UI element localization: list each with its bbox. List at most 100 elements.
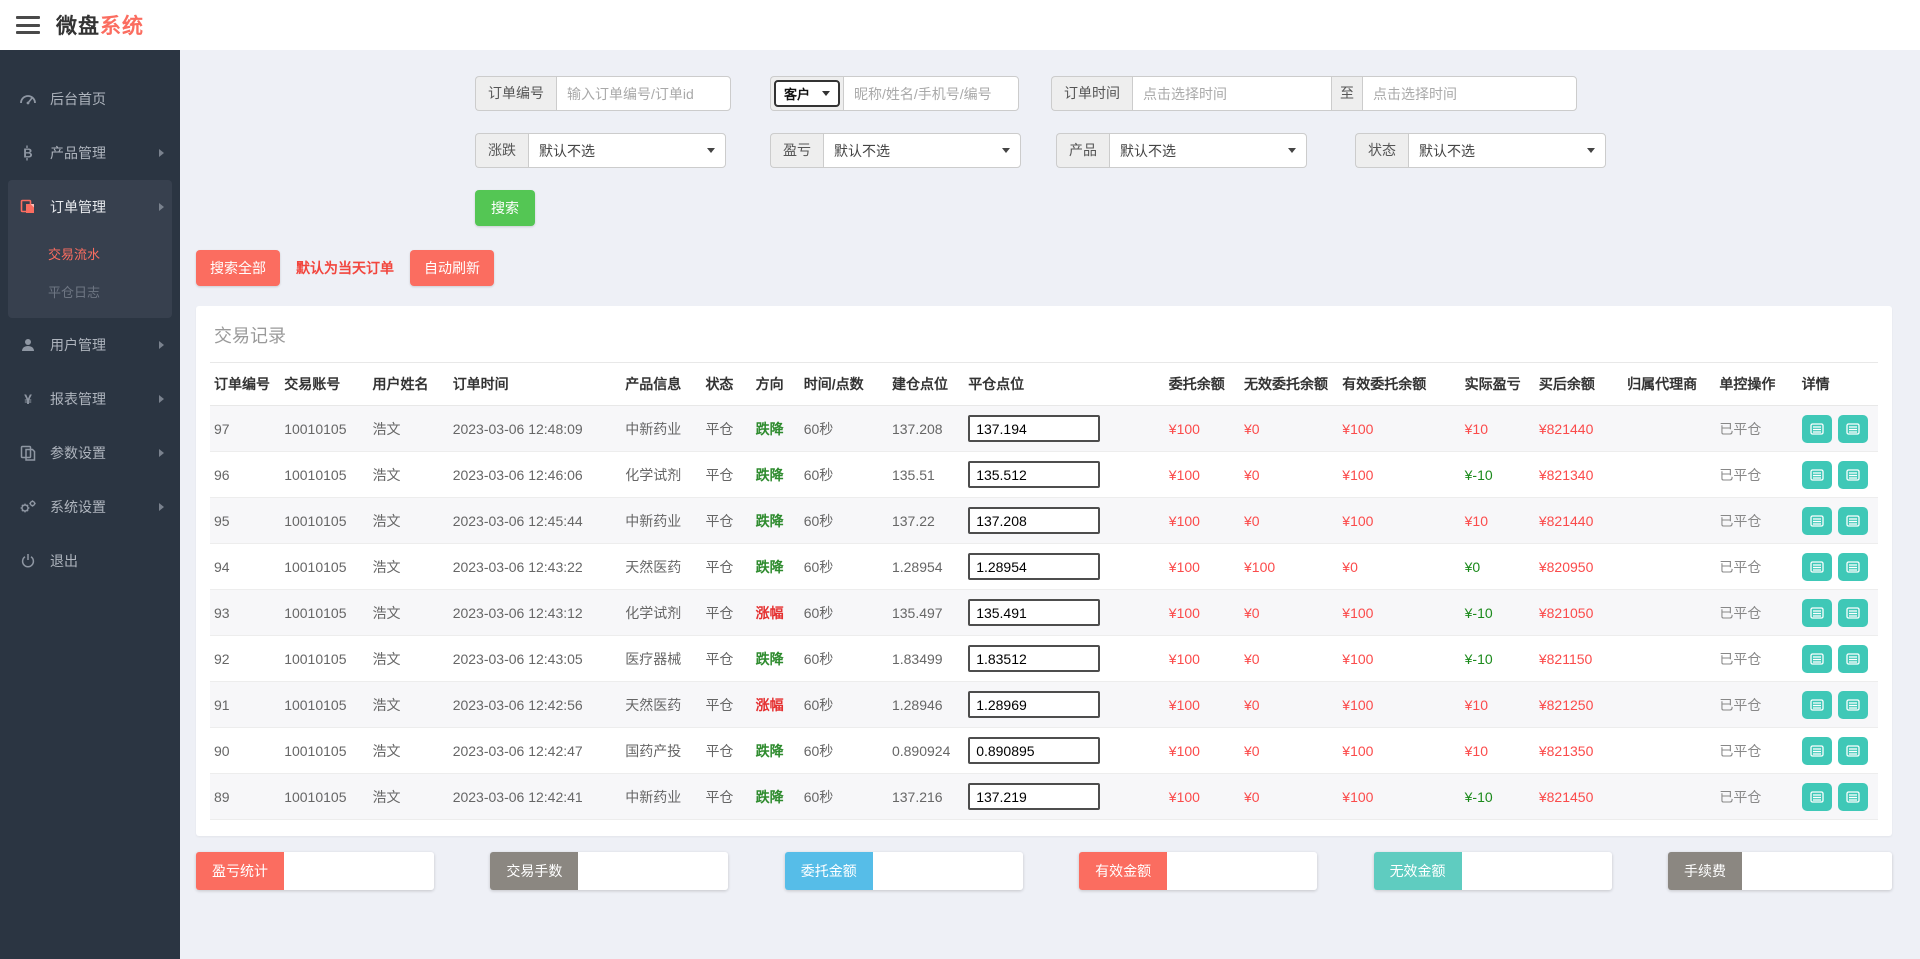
close-point-input[interactable] bbox=[968, 783, 1101, 810]
cell-profit: ¥10 bbox=[1460, 727, 1535, 774]
close-point-input[interactable] bbox=[968, 737, 1101, 764]
cell-invalid: ¥0 bbox=[1240, 681, 1339, 728]
order-detail-button[interactable] bbox=[1801, 414, 1832, 443]
summary-valid-amount-input[interactable] bbox=[1167, 852, 1318, 890]
order-detail-button[interactable] bbox=[1801, 460, 1832, 489]
menu-toggle-icon[interactable] bbox=[16, 16, 40, 34]
close-point-input[interactable] bbox=[968, 461, 1101, 488]
order-log-button[interactable] bbox=[1837, 414, 1868, 443]
close-point-input[interactable] bbox=[968, 645, 1101, 672]
close-point-input[interactable] bbox=[968, 415, 1101, 442]
order-detail-button[interactable] bbox=[1801, 736, 1832, 765]
sidebar-item-products[interactable]: B 产品管理 bbox=[0, 126, 180, 180]
cell-close-point bbox=[964, 681, 1165, 728]
order-log-button[interactable] bbox=[1837, 644, 1868, 673]
order-detail-button[interactable] bbox=[1801, 598, 1832, 627]
order-log-button[interactable] bbox=[1837, 782, 1868, 811]
cell-open: 135.497 bbox=[887, 589, 965, 636]
column-status: 状态 bbox=[701, 362, 752, 406]
cell-direction: 跌降 bbox=[751, 727, 800, 774]
order-detail-button[interactable] bbox=[1801, 644, 1832, 673]
close-point-input[interactable] bbox=[968, 553, 1101, 580]
close-point-input[interactable] bbox=[968, 691, 1101, 718]
sidebar: 后台首页 B 产品管理 订单管理 交易流水 平仓日志 用户管理 ¥ 报表管理 参… bbox=[0, 50, 180, 959]
sidebar-item-parameters[interactable]: 参数设置 bbox=[0, 426, 180, 480]
customer-group: 客户 bbox=[770, 76, 1020, 111]
order-no-input[interactable] bbox=[556, 76, 731, 111]
search-button[interactable]: 搜索 bbox=[475, 190, 535, 226]
sidebar-item-label: 系统设置 bbox=[50, 499, 106, 515]
chevron-down-icon bbox=[1587, 148, 1595, 153]
cell-agent bbox=[1623, 589, 1716, 636]
time-to-input[interactable] bbox=[1362, 76, 1578, 111]
cell-id: 97 bbox=[210, 405, 281, 452]
cell-agent bbox=[1623, 451, 1716, 498]
sidebar-subitem-close-log[interactable]: 平仓日志 bbox=[8, 272, 172, 310]
form-icon bbox=[1809, 652, 1824, 665]
order-log-button[interactable] bbox=[1837, 460, 1868, 489]
close-point-input[interactable] bbox=[968, 507, 1101, 534]
cell-id: 92 bbox=[210, 635, 281, 682]
summary-consign-amount-input[interactable] bbox=[872, 852, 1023, 890]
cell-valid: ¥100 bbox=[1338, 451, 1461, 498]
order-detail-button[interactable] bbox=[1801, 552, 1832, 581]
order-detail-button[interactable] bbox=[1801, 506, 1832, 535]
close-point-input[interactable] bbox=[968, 599, 1101, 626]
cell-invalid: ¥0 bbox=[1240, 635, 1339, 682]
product-select[interactable]: 默认不选 bbox=[1109, 133, 1307, 168]
sidebar-item-dashboard[interactable]: 后台首页 bbox=[0, 72, 180, 126]
time-from-input[interactable] bbox=[1132, 76, 1333, 111]
cell-account: 10010105 bbox=[280, 589, 369, 636]
customer-select[interactable]: 客户 bbox=[774, 80, 841, 107]
order-detail-button[interactable] bbox=[1801, 782, 1832, 811]
summary-invalid-amount-input[interactable] bbox=[1461, 852, 1612, 890]
sidebar-item-reports[interactable]: ¥ 报表管理 bbox=[0, 372, 180, 426]
action-row: 搜索全部 默认为当天订单 自动刷新 bbox=[196, 250, 1892, 286]
form-icon bbox=[1845, 514, 1860, 527]
order-log-button[interactable] bbox=[1837, 736, 1868, 765]
cell-product: 天然医药 bbox=[621, 681, 702, 728]
customer-input[interactable] bbox=[843, 76, 1020, 111]
sidebar-item-label: 订单管理 bbox=[50, 199, 106, 215]
form-icon bbox=[1845, 698, 1860, 711]
order-detail-button[interactable] bbox=[1801, 690, 1832, 719]
cell-name: 浩文 bbox=[368, 773, 449, 820]
to-label: 至 bbox=[1332, 76, 1363, 111]
status-select[interactable]: 默认不选 bbox=[1408, 133, 1606, 168]
auto-refresh-button[interactable]: 自动刷新 bbox=[410, 250, 494, 286]
sidebar-item-logout[interactable]: 退出 bbox=[0, 534, 180, 588]
profit-select[interactable]: 默认不选 bbox=[823, 133, 1021, 168]
order-time-label: 订单时间 bbox=[1051, 76, 1133, 111]
chevron-down-icon bbox=[707, 148, 715, 153]
sidebar-subitem-transactions[interactable]: 交易流水 bbox=[8, 234, 172, 272]
cell-valid: ¥100 bbox=[1338, 635, 1461, 682]
sidebar-item-orders[interactable]: 订单管理 bbox=[8, 180, 172, 234]
column-account: 交易账号 bbox=[280, 362, 369, 406]
cell-close-point bbox=[964, 727, 1165, 774]
order-log-button[interactable] bbox=[1837, 598, 1868, 627]
cell-duration: 60秒 bbox=[799, 635, 888, 682]
cell-control: 已平仓 bbox=[1715, 451, 1798, 498]
cell-open: 1.28946 bbox=[887, 681, 965, 728]
column-after-balance: 买后余额 bbox=[1534, 362, 1624, 406]
order-log-button[interactable] bbox=[1837, 506, 1868, 535]
sidebar-item-label: 参数设置 bbox=[50, 445, 106, 461]
cell-detail bbox=[1797, 589, 1878, 636]
cell-product: 化学试剂 bbox=[621, 451, 702, 498]
sidebar-item-system[interactable]: 系统设置 bbox=[0, 480, 180, 534]
summary-fee-input[interactable] bbox=[1741, 852, 1892, 890]
top-bar: 微盘系统 bbox=[0, 0, 1920, 50]
summary-profit-stats-input[interactable] bbox=[284, 852, 434, 890]
cell-product: 化学试剂 bbox=[621, 589, 702, 636]
status-label: 状态 bbox=[1355, 133, 1408, 168]
summary-trade-lots-input[interactable] bbox=[578, 852, 729, 890]
sidebar-item-label: 产品管理 bbox=[50, 145, 106, 161]
profit-group: 盈亏 默认不选 bbox=[770, 133, 1021, 168]
order-log-button[interactable] bbox=[1837, 690, 1868, 719]
updown-select[interactable]: 默认不选 bbox=[528, 133, 726, 168]
order-log-button[interactable] bbox=[1837, 552, 1868, 581]
cell-status: 平仓 bbox=[701, 497, 752, 544]
user-icon bbox=[16, 337, 40, 353]
sidebar-item-users[interactable]: 用户管理 bbox=[0, 318, 180, 372]
search-all-button[interactable]: 搜索全部 bbox=[196, 250, 280, 286]
